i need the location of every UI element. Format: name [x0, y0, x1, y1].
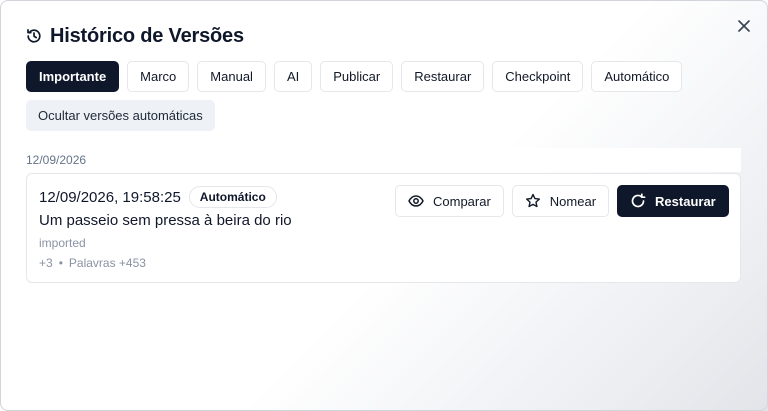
dialog-title: Histórico de Versões — [50, 24, 244, 47]
filter-chips: Importante Marco Manual AI Publicar Rest… — [26, 61, 683, 92]
stats-separator: • — [58, 256, 63, 270]
star-icon — [525, 193, 541, 209]
version-word-count: Palavras +453 — [68, 256, 146, 270]
filter-chip-automatico[interactable]: Automático — [591, 61, 683, 92]
version-timestamp: 12/09/2026, 19:58:25 — [39, 188, 181, 206]
name-version-button[interactable]: Nomear — [511, 185, 610, 217]
version-card: 12/09/2026, 19:58:25 Automático Um passe… — [26, 173, 741, 283]
version-delta: +3 — [39, 256, 53, 270]
close-button[interactable] — [734, 16, 754, 36]
close-icon — [738, 20, 750, 32]
history-icon — [26, 28, 42, 44]
eye-icon — [408, 193, 424, 209]
filter-chip-restaurar[interactable]: Restaurar — [401, 61, 485, 92]
version-stats: +3 • Palavras +453 — [39, 256, 146, 270]
refresh-icon — [630, 193, 646, 209]
filter-chip-manual[interactable]: Manual — [197, 61, 266, 92]
version-source: imported — [39, 236, 86, 250]
version-type-badge: Automático — [188, 186, 277, 208]
compare-label: Comparar — [433, 193, 491, 209]
filter-chip-importante[interactable]: Importante — [26, 61, 120, 92]
restore-button[interactable]: Restaurar — [617, 185, 729, 217]
filter-bar: Importante Marco Manual AI Publicar Rest… — [26, 61, 683, 92]
compare-button[interactable]: Comparar — [395, 185, 504, 217]
version-actions: Comparar Nomear Restaurar — [395, 185, 729, 217]
filter-chip-publicar[interactable]: Publicar — [320, 61, 394, 92]
filter-chip-ai[interactable]: AI — [273, 61, 313, 92]
version-group-date: 12/09/2026 — [26, 148, 741, 172]
hide-auto-versions-button[interactable]: Ocultar versões automáticas — [26, 100, 215, 131]
version-title: Um passeio sem pressa à beira do rio — [39, 212, 292, 229]
version-history-dialog: Histórico de Versões Importante Marco Ma… — [0, 0, 768, 411]
filter-chip-marco[interactable]: Marco — [127, 61, 190, 92]
filter-chip-checkpoint[interactable]: Checkpoint — [492, 61, 584, 92]
restore-label: Restaurar — [655, 193, 716, 209]
name-version-label: Nomear — [549, 193, 597, 209]
version-time-row: 12/09/2026, 19:58:25 Automático — [39, 186, 277, 208]
dialog-header: Histórico de Versões — [26, 23, 244, 49]
